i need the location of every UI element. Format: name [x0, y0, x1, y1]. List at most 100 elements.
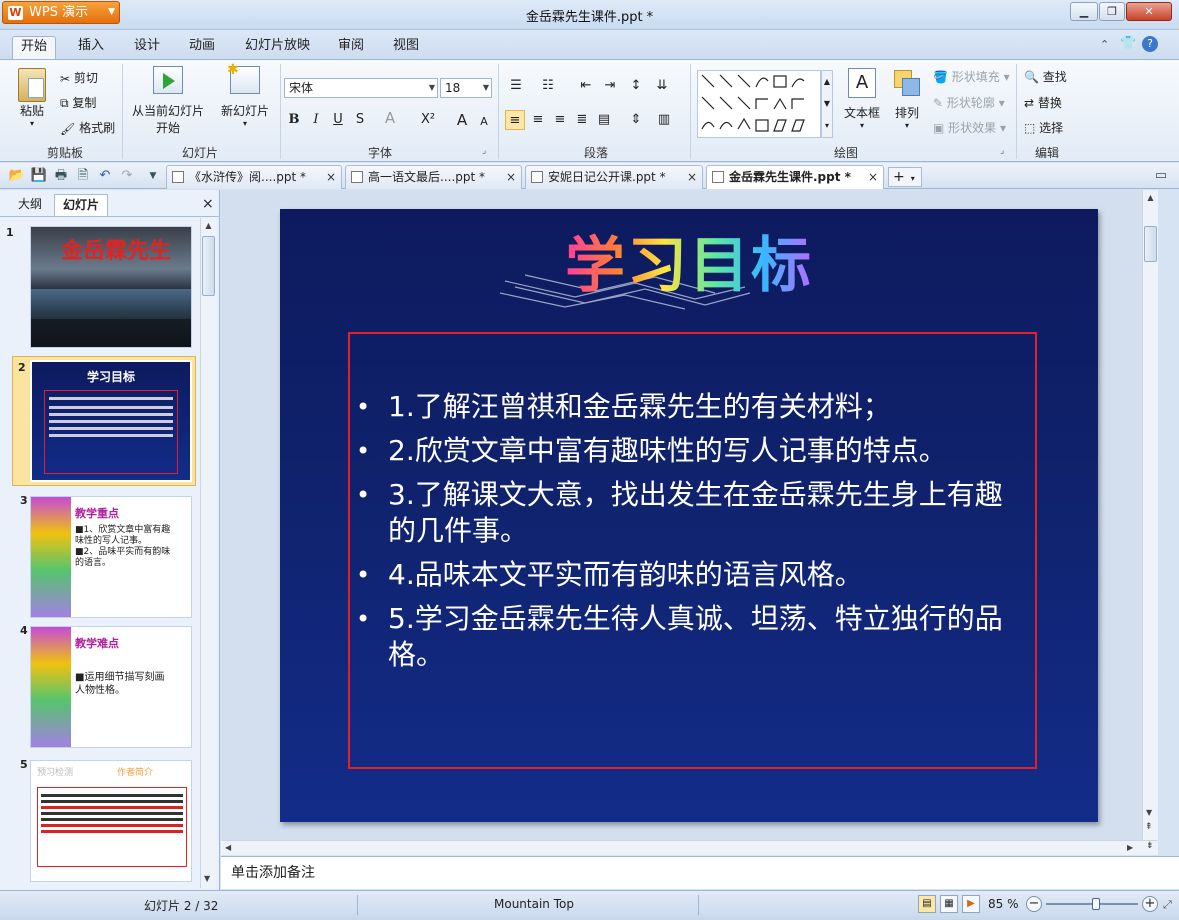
slide-thumbnail[interactable]: 金岳霖先生 [30, 226, 192, 348]
close-tab-icon[interactable]: × [687, 166, 697, 188]
scroll-down-icon[interactable]: ▼ [1146, 808, 1152, 817]
indent-icon[interactable]: ⇥ [600, 76, 620, 96]
print-preview-icon[interactable]: 🗎 [74, 167, 92, 185]
zoom-in-icon[interactable]: + [1142, 896, 1158, 912]
para-spacing-icon[interactable]: ⇕ [626, 110, 646, 130]
close-panel-icon[interactable]: × [202, 196, 214, 212]
text-direction-icon[interactable]: ⇊ [652, 76, 672, 96]
doc-tab[interactable]: 《水浒传》阅....ppt * × [166, 165, 342, 189]
shape-outline-button[interactable]: ✎ 形状轮廓 ▾ [933, 94, 1005, 111]
slide-thumbnail[interactable]: 预习检测 作者简介 [30, 760, 192, 882]
save-icon[interactable]: 💾 [30, 167, 48, 185]
font-size-select[interactable]: 18 ▼ [440, 78, 492, 98]
close-tab-icon[interactable]: × [326, 166, 336, 188]
horizontal-scrollbar[interactable]: ◀ ▶ ⇟ [221, 840, 1158, 855]
select-button[interactable]: ⬚ 选择 [1024, 119, 1063, 136]
tab-review[interactable]: 审阅 [330, 36, 372, 60]
tab-view[interactable]: 视图 [385, 36, 427, 60]
scroll-thumb[interactable] [202, 236, 215, 296]
close-button[interactable]: ✕ [1126, 2, 1172, 21]
zoom-out-icon[interactable]: − [1026, 896, 1042, 912]
slide-title[interactable]: 学习目标 [280, 229, 1098, 303]
new-slide-button[interactable]: ✱ 新幻灯片 ▾ [216, 62, 274, 128]
underline-button[interactable]: U [328, 110, 348, 130]
slide-canvas[interactable]: 学习目标 1.了解汪曾祺和金岳霖先生的有关材料； 2.欣赏文章中富有趣味性的写人… [280, 209, 1098, 822]
slide-thumbnail-selected[interactable]: 学习目标 [30, 360, 192, 482]
textbox-button[interactable]: A 文本框 ▾ [840, 68, 884, 130]
scroll-down-icon[interactable]: ▼ [204, 874, 210, 883]
outdent-icon[interactable]: ⇤ [576, 76, 596, 96]
slide-thumbnail[interactable]: 教学重点 ■1、欣赏文章中富有趣 味性的写人记事。 ■2、品味平实而有韵味 的语… [30, 496, 192, 618]
font-name-select[interactable]: 宋体 ▼ [284, 78, 438, 98]
replace-button[interactable]: ⇄ 替换 [1024, 94, 1062, 111]
tab-design[interactable]: 设计 [126, 36, 168, 60]
slide-thumbnail[interactable]: 教学难点 ■运用细节描写刻画 人物性格。 [30, 626, 192, 748]
notes-pane[interactable]: 单击添加备注 [221, 856, 1179, 889]
undo-icon[interactable]: ↶ [96, 167, 114, 185]
numbering-icon[interactable]: ☷ [538, 76, 558, 96]
find-button[interactable]: 🔍 查找 [1024, 68, 1067, 85]
customize-icon[interactable]: ▼ [144, 167, 162, 185]
scroll-up-icon[interactable]: ▲ [201, 221, 216, 230]
shape-effect-button[interactable]: ▣ 形状效果 ▾ [933, 119, 1006, 136]
skin-icon[interactable]: 👕 [1120, 36, 1136, 51]
justify-icon[interactable]: ≣ [572, 110, 592, 130]
shape-fill-button[interactable]: 🪣 形状填充 ▾ [933, 68, 1010, 85]
gallery-scroll[interactable]: ▲ ▼ ▾ [821, 70, 833, 138]
normal-view-icon[interactable]: ▤ [918, 895, 936, 913]
scroll-thumb[interactable] [1144, 226, 1157, 262]
tab-slides[interactable]: 幻灯片 [54, 194, 109, 216]
line-spacing-icon[interactable]: ↕ [626, 76, 646, 96]
tab-home[interactable]: 开始 [12, 36, 57, 60]
paste-button[interactable]: 粘贴 ▾ [14, 68, 50, 128]
columns-icon[interactable]: ▥ [654, 110, 674, 130]
scroll-right-icon[interactable]: ▶ [1127, 843, 1133, 852]
font-color-button[interactable]: A [380, 108, 400, 128]
superscript-button[interactable]: X² [418, 110, 438, 130]
scroll-up-icon[interactable]: ▲ [1143, 193, 1158, 202]
bold-button[interactable]: B [284, 110, 304, 130]
grow-font-button[interactable]: A [452, 110, 472, 130]
doc-tab[interactable]: 高一语文最后....ppt * × [345, 165, 522, 189]
minimize-button[interactable]: ▁ [1070, 2, 1098, 21]
play-from-current-button[interactable]: 从当前幻灯片 开始 [128, 66, 208, 136]
new-tab-button[interactable]: + ▾ [888, 167, 922, 187]
italic-button[interactable]: I [306, 110, 326, 130]
doc-tab-active[interactable]: 金岳霖先生课件.ppt * × [706, 165, 884, 189]
shrink-font-button[interactable]: A [474, 112, 494, 132]
sorter-view-icon[interactable]: ▦ [940, 895, 958, 913]
distribute-icon[interactable]: ▤ [594, 110, 614, 130]
close-tab-icon[interactable]: × [868, 166, 878, 188]
align-right-icon[interactable]: ≡ [550, 110, 570, 130]
fit-window-icon[interactable]: ⤢ [1163, 898, 1172, 912]
slideshow-view-icon[interactable]: ▶ [962, 895, 980, 913]
doc-tab[interactable]: 安妮日记公开课.ppt * × [525, 165, 703, 189]
shapes-gallery[interactable] [697, 70, 821, 138]
close-tab-icon[interactable]: × [506, 166, 516, 188]
shadow-button[interactable]: S [350, 110, 370, 130]
prev-slide-icon[interactable]: ⇞ [1145, 822, 1153, 832]
bullets-icon[interactable]: ☰ [506, 76, 526, 96]
cut-button[interactable]: ✂ 剪切 [60, 69, 98, 86]
open-folder-icon[interactable]: 📂 [8, 167, 26, 185]
tab-slideshow[interactable]: 幻灯片放映 [237, 36, 318, 60]
tab-list-icon[interactable]: ▭ [1152, 167, 1170, 185]
align-left-icon[interactable]: ≡ [505, 110, 525, 130]
scroll-left-icon[interactable]: ◀ [225, 843, 231, 852]
editor-scrollbar[interactable]: ▲ ▼ ⇞ [1142, 190, 1158, 840]
redo-icon[interactable]: ↷ [118, 167, 136, 185]
maximize-button[interactable]: ❐ [1099, 2, 1125, 21]
dialog-launcher-icon[interactable]: ⌟ [1000, 146, 1004, 156]
align-center-icon[interactable]: ≡ [528, 110, 548, 130]
zoom-slider-thumb[interactable] [1092, 898, 1100, 910]
bullet-list[interactable]: 1.了解汪曾祺和金岳霖先生的有关材料； 2.欣赏文章中富有趣味性的写人记事的特点… [356, 389, 1016, 681]
next-slide-icon[interactable]: ⇟ [1146, 841, 1154, 851]
collapse-ribbon-icon[interactable]: ⌃ [1100, 38, 1109, 51]
dialog-launcher-icon[interactable]: ⌟ [482, 146, 486, 156]
thumbnail-scrollbar[interactable]: ▲ ▼ [200, 218, 216, 888]
tab-insert[interactable]: 插入 [70, 36, 112, 60]
copy-button[interactable]: ⧉ 复制 [60, 94, 96, 111]
arrange-button[interactable]: 排列 ▾ [888, 68, 926, 130]
help-icon[interactable]: ? [1142, 36, 1158, 52]
tab-outline[interactable]: 大纲 [10, 194, 50, 216]
